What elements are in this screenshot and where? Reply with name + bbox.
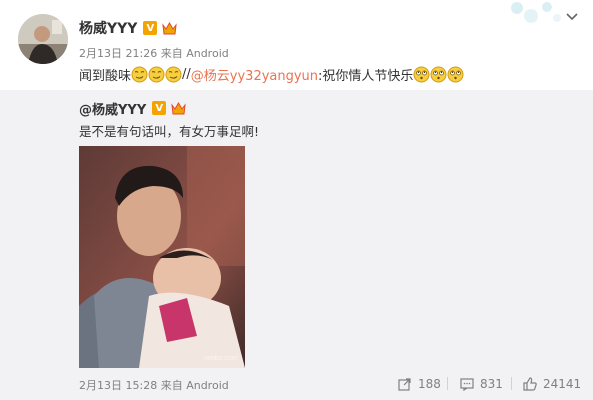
smirk-emoji: [165, 66, 182, 82]
repost-author-row: @杨威YYY V: [79, 99, 187, 118]
flower-decoration: [511, 2, 561, 23]
chevron-down-icon[interactable]: [565, 12, 579, 22]
mention-link[interactable]: @杨云yy32yangyun: [191, 65, 318, 84]
post-meta: 2月13日 21:26 来自 Android: [79, 45, 229, 61]
comment-icon: [460, 378, 474, 391]
share-count: 188: [418, 377, 441, 391]
smirk-emoji: [148, 66, 165, 82]
author-row: 杨威YYY V: [79, 18, 178, 38]
comment-count: 831: [480, 377, 503, 391]
post-text: 闻到酸味 // @杨云yy32yangyun :祝你情人节快乐: [79, 64, 464, 84]
repost-source: 来自 Android: [160, 379, 229, 392]
repost-text: 是不是有句话叫，有女万事足啊!: [79, 124, 260, 139]
repost-author-name[interactable]: @杨威YYY: [79, 99, 146, 118]
dizzy-emoji: [447, 66, 464, 82]
repost-separator: //: [182, 66, 191, 82]
like-count: 24141: [543, 377, 582, 391]
comment-button[interactable]: 831: [460, 374, 503, 394]
like-button[interactable]: 24141: [523, 374, 581, 394]
member-icon[interactable]: [170, 101, 187, 116]
verified-icon[interactable]: V: [152, 101, 167, 115]
avatar[interactable]: [18, 14, 68, 64]
post-text-start: 闻到酸味: [79, 68, 132, 84]
photo-watermark: weibo.com: [203, 355, 238, 362]
action-divider: [511, 377, 512, 390]
repost-date[interactable]: 2月13日 15:28: [79, 379, 157, 392]
action-divider: [447, 377, 448, 390]
repost-footer: 2月13日 15:28 来自 Android 188 831 24141: [0, 372, 593, 396]
share-button[interactable]: 188: [398, 374, 441, 394]
post-date[interactable]: 2月13日 21:26: [79, 47, 157, 60]
photo-image: weibo.com: [79, 146, 245, 368]
like-icon: [523, 377, 537, 391]
member-icon[interactable]: [161, 21, 178, 36]
dizzy-emoji: [430, 66, 447, 82]
dizzy-emoji: [413, 66, 430, 82]
reposted-content: @杨威YYY V 是不是有句话叫，有女万事足啊! weibo.com 2月13日…: [0, 90, 593, 400]
share-icon: [398, 378, 411, 391]
post-source: 来自 Android: [160, 47, 229, 60]
author-name[interactable]: 杨威YYY: [79, 18, 137, 38]
smirk-emoji: [131, 66, 148, 82]
weibo-card: 杨威YYY V 2月13日 21:26 来自 Android 闻到酸味 // @…: [0, 0, 593, 400]
post-photo[interactable]: weibo.com: [79, 146, 245, 368]
verified-icon[interactable]: V: [143, 21, 158, 35]
avatar-image: [18, 14, 68, 64]
post-text-end: :祝你情人节快乐: [318, 68, 414, 84]
repost-meta: 2月13日 15:28 来自 Android: [79, 377, 229, 393]
